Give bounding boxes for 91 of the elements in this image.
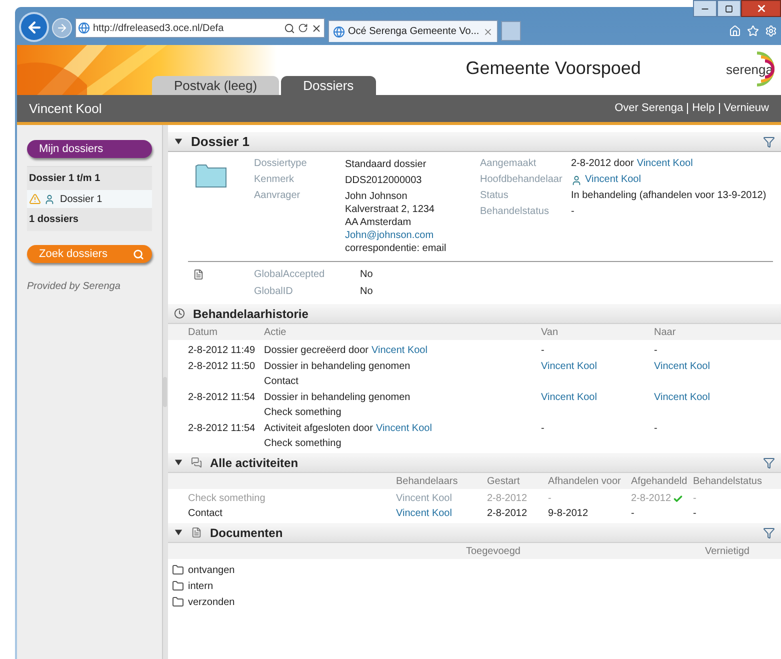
column-header: Vernietigd (705, 544, 750, 558)
field-value: Kalverstraat 2, 1234 (345, 203, 436, 216)
header-link[interactable]: Help (692, 100, 715, 117)
person-link[interactable]: Vincent Kool (541, 361, 597, 372)
table-cell-text: - (631, 507, 634, 521)
table-cell-text: 2-8-2012 (487, 507, 528, 521)
action-text: Dossier in behandeling genomen (264, 391, 410, 404)
table-cell-text: 9-8-2012 (548, 507, 590, 521)
table-cell: - (541, 423, 544, 434)
activity-name: Check something (188, 492, 266, 506)
field-value: DDS2012000003 (345, 174, 422, 187)
column-header: Toegevoegd (466, 544, 522, 558)
field-value: No (360, 268, 373, 282)
user-name: Vincent Kool (29, 100, 102, 118)
field-value: John Johnson (345, 190, 408, 203)
table-cell: - (654, 423, 658, 434)
activity-name: Check something (264, 406, 342, 419)
person-link[interactable]: Vincent Kool (541, 392, 597, 403)
browser-tab[interactable]: Océ Serenga Gemeente Vo... (328, 20, 498, 42)
person-link[interactable]: Vincent Kool (636, 156, 693, 172)
table-cell-text: 2-8-2012 (487, 492, 528, 506)
address-field[interactable]: http://dfreleased3.oce.nl/Defa (75, 18, 325, 38)
table-cell-text: 2-8-2012 11:54 (188, 391, 256, 405)
email-link[interactable]: John@johnson.com (345, 229, 446, 242)
header-link[interactable]: Over Serenga (614, 100, 684, 117)
field-value: correspondentie: email (345, 242, 446, 255)
column-header: Behandelaars (396, 474, 459, 488)
column-header: Behandelstatus (693, 474, 762, 488)
table-cell: - (541, 345, 544, 356)
range-label: Dossier 1 t/m 1 (28, 172, 102, 186)
address-text: http://dfreleased3.oce.nl/Defa (93, 22, 225, 36)
folder-name[interactable]: intern (188, 578, 214, 594)
field-value: - (571, 205, 574, 219)
field-label: Aanvrager (254, 189, 302, 203)
section-title: Documenten (210, 524, 283, 542)
person-link[interactable]: Vincent Kool (372, 344, 428, 357)
table-cell-text: - (693, 492, 696, 506)
table-cell-text: - (548, 492, 552, 506)
field-value: 2-8-2012 door (571, 157, 634, 171)
municipality-title: Gemeente Voorspoed (464, 56, 641, 80)
column-header: Gestart (487, 474, 521, 488)
field-value: AA Amsterdam (345, 216, 412, 229)
field-label: Status (480, 189, 510, 203)
activity-name: Contact (264, 375, 300, 388)
folder-name[interactable]: ontvangen (188, 562, 235, 578)
person-link[interactable]: Vincent Kool (585, 172, 641, 188)
person-link[interactable]: Vincent Kool (654, 361, 710, 372)
person-link[interactable]: Vincent Kool (376, 422, 432, 435)
activity-row[interactable]: Contact Vincent Kool 2-8-2012 9-8-2012 - - (168, 506, 781, 521)
action-text: Dossier gecreëerd door (264, 344, 368, 357)
column-header: Naar (654, 326, 676, 340)
table-cell-text: - (693, 507, 696, 521)
nav-tab[interactable]: Postvak (leeg) (152, 76, 280, 95)
serenga-logo: serenga (711, 45, 781, 95)
column-header: Actie (264, 326, 288, 340)
column-header: Afgehandeld (631, 474, 688, 488)
provider-note: Provided by Serenga (27, 280, 122, 294)
dossier-count: 1 dossiers (28, 213, 80, 227)
my-dossiers-button[interactable]: Mijn dossiers (27, 140, 152, 158)
table-cell-text: 2-8-2012 11:49 (188, 344, 256, 357)
field-label: Behandelstatus (480, 205, 550, 219)
field-label: Aangemaakt (480, 157, 538, 171)
table-cell: - (654, 345, 658, 356)
field-value: In behandeling (afhandelen voor 13-9-2012) (571, 189, 766, 203)
field-value: No (360, 285, 373, 299)
person-link[interactable]: Vincent Kool (396, 506, 487, 521)
field-value: Standaard dossier (345, 158, 426, 171)
dossier-list-item[interactable]: Dossier 1 (27, 190, 152, 208)
header-link[interactable]: Vernieuw (724, 100, 769, 117)
field-label: Hoofdbehandelaar (480, 173, 564, 187)
dossier-title: Dossier 1 (191, 132, 250, 151)
folder-name[interactable]: verzonden (188, 594, 235, 610)
tab-title: Océ Serenga Gemeente Vo... (348, 25, 480, 39)
table-cell-text: 2-8-2012 11:50 (188, 360, 256, 374)
section-title: Behandelaarhistorie (193, 306, 308, 322)
action-text: Activiteit afgesloten door (264, 422, 373, 435)
field-label: Dossiertype (254, 157, 308, 171)
activity-name: Check something (264, 437, 342, 450)
table-cell-text: 2-8-2012 11:54 (188, 422, 256, 436)
table-cell-text: 2-8-2012 (631, 492, 672, 506)
person-link[interactable]: Vincent Kool (654, 392, 710, 403)
column-header: Datum (188, 326, 218, 340)
section-title: Alle activiteiten (210, 454, 298, 472)
field-label: GlobalID (254, 285, 294, 299)
column-header: Afhandelen voor (548, 474, 622, 488)
nav-tab[interactable]: Dossiers (281, 76, 376, 95)
activity-name: Contact (188, 507, 224, 521)
column-header: Van (541, 326, 560, 340)
field-label: GlobalAccepted (254, 268, 326, 282)
field-label: Kenmerk (254, 173, 296, 187)
action-text: Dossier in behandeling genomen (264, 360, 410, 373)
